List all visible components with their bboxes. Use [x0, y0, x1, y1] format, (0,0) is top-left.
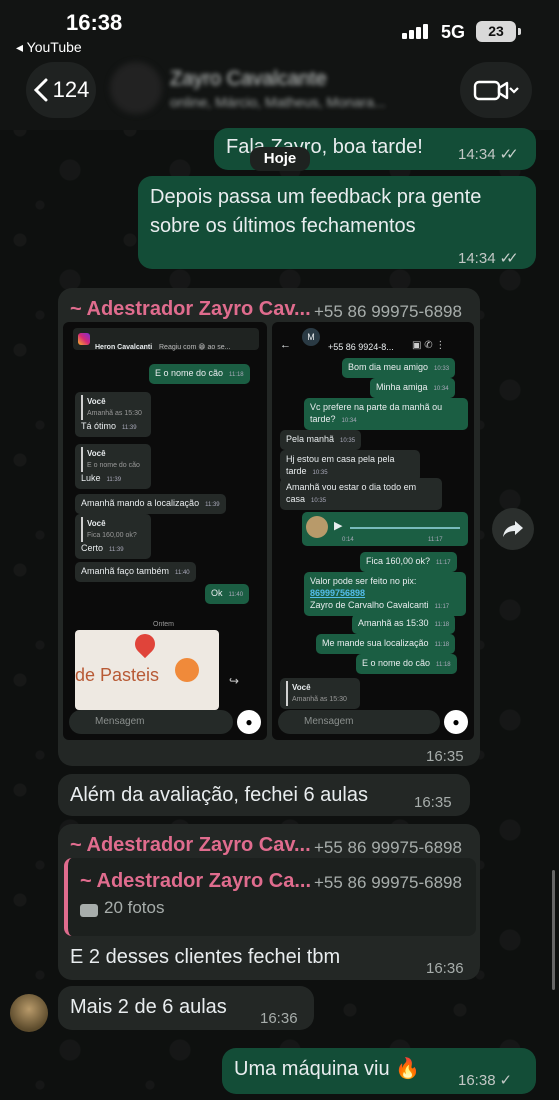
mini-message: Pela manhã 10:35 — [280, 430, 362, 450]
message-text-line: sobre os últimos fechamentos — [150, 215, 416, 237]
mini-avatar: M — [302, 328, 320, 346]
forward-icon — [503, 521, 523, 537]
mini-header: ← M +55 86 9924-8... ▣ ✆ ⋮ — [272, 326, 474, 352]
composer-input: Mensagem — [278, 710, 440, 734]
quoted-message[interactable]: ~ Adestrador Zayro Ca... +55 86 99975-68… — [64, 858, 476, 936]
waveform — [350, 527, 460, 529]
notification-banner: Heron Cavalcanti Reagiu com 😁 ao se... — [73, 328, 259, 351]
message-time: 16:35 — [426, 748, 464, 765]
chat-title[interactable]: Zayro Cavalcante — [170, 68, 327, 91]
mini-message: Amanhã as 15:30 11:18 — [352, 614, 456, 634]
read-ticks-icon: ✓✓ — [499, 250, 519, 267]
mini-message: Fica 160,00 ok? 11:17 — [360, 552, 457, 572]
message-meta: 16:38 ✓ — [458, 1066, 512, 1096]
sender-avatar[interactable] — [10, 994, 48, 1032]
map-label: de Pasteis — [75, 665, 160, 685]
share-icon: ↪ — [229, 674, 240, 688]
sent-tick-icon: ✓ — [499, 1072, 513, 1089]
message-incoming-image[interactable]: ~ Adestrador Zayro Cav... +55 86 99975-6… — [58, 288, 480, 766]
quoted-text: 20 fotos — [104, 898, 165, 917]
mini-message: Você Fica 160,00 ok? Certo 11:39 — [75, 514, 151, 559]
mini-message: Valor pode ser feito no pix: 86999756898… — [304, 572, 466, 616]
mini-message: Você Amanhã as 15:30 Tá ótimo 11:39 — [75, 392, 151, 437]
mic-icon: ● — [237, 710, 261, 734]
message-outgoing[interactable]: Uma máquina viu 🔥 16:38 ✓ — [222, 1048, 536, 1094]
mini-message: Vc prefere na parte da manhã ou tarde? 10… — [304, 398, 468, 430]
camera-icon — [80, 904, 98, 917]
composer-input: Mensagem — [69, 710, 233, 734]
chat-header: 124 Zayro Cavalcante online, Márcio, Mat… — [0, 58, 559, 130]
day-separator: Hoje — [250, 147, 310, 171]
voice-message: ▶ 0:14 11:17 — [302, 512, 468, 546]
back-arrow-icon: ← — [280, 339, 291, 351]
mini-message: Me mande sua localização 11:18 — [316, 634, 456, 654]
clock: 16:38 — [66, 10, 123, 35]
signal-icon — [402, 24, 428, 39]
message-time: 14:34 — [458, 146, 496, 163]
sender-name[interactable]: ~ Adestrador Zayro Cav... — [70, 294, 311, 324]
voice-avatar — [306, 516, 328, 538]
mini-message: E o nome do cão 11:18 — [356, 654, 457, 674]
call-icons: ▣ ✆ ⋮ — [412, 340, 446, 351]
unread-count: 124 — [52, 77, 90, 102]
message-time: 16:35 — [414, 794, 452, 811]
message-time: 16:36 — [426, 960, 464, 977]
message-text-line: Depois passa um feedback pra gente — [150, 186, 482, 208]
mini-message: Ok 11:40 — [205, 584, 250, 604]
chevron-left-icon — [33, 78, 48, 102]
message-text: Além da avaliação, fechei 6 aulas — [70, 784, 368, 806]
read-ticks-icon: ✓✓ — [499, 146, 519, 163]
back-app-label: YouTube — [26, 39, 82, 55]
mic-icon: ● — [444, 710, 468, 734]
message-incoming[interactable]: Mais 2 de 6 aulas 16:36 — [58, 986, 314, 1030]
mini-message: Amanhã vou estar o dia todo em casa 10:35 — [280, 478, 442, 510]
map-pin-icon — [130, 630, 160, 659]
mini-message: Amanhã mando a localização 11:39 — [75, 494, 226, 514]
mini-message: Minha amiga 10:34 — [370, 378, 455, 398]
message-incoming[interactable]: Além da avaliação, fechei 6 aulas 16:35 — [58, 774, 470, 816]
message-time: 14:34 — [458, 250, 496, 267]
message-body-text: E 2 desses clientes fechei tbm — [70, 946, 341, 968]
message-text: Mais 2 de 6 aulas — [70, 996, 227, 1018]
instagram-icon — [78, 333, 90, 345]
play-icon: ▶ — [334, 520, 343, 532]
back-to-app-link[interactable]: ◂ YouTube — [16, 39, 82, 56]
mini-message: E o nome do cão 11:18 — [149, 364, 250, 384]
video-camera-icon — [473, 80, 519, 101]
notification-name: Heron Cavalcanti — [95, 344, 153, 351]
quoted-sender: ~ Adestrador Zayro Ca... — [80, 870, 311, 892]
notification-text: Reagiu com 😁 ao se... — [159, 344, 231, 351]
scrollbar[interactable] — [552, 870, 555, 990]
mini-message: Você E o nome do cão Luke 11:39 — [75, 444, 151, 489]
message-meta: 14:34 ✓✓ — [458, 244, 519, 274]
chat-subtitle: online, Márcio, Matheus, Monara... — [170, 94, 386, 110]
map-thumbnail: de Pasteis — [75, 630, 219, 710]
back-button[interactable]: 124 — [26, 62, 96, 118]
message-time: 16:38 — [458, 1072, 496, 1089]
restaurant-icon — [175, 658, 199, 682]
forward-button[interactable] — [492, 508, 534, 550]
mini-message: Você Amanhã as 15:30 — [280, 678, 360, 709]
message-time: 16:36 — [260, 1010, 298, 1027]
video-call-button[interactable] — [460, 62, 532, 118]
message-meta: 14:34 ✓✓ — [458, 140, 519, 170]
screenshot-right[interactable]: ← M +55 86 9924-8... ▣ ✆ ⋮ Bom dia meu a… — [272, 322, 474, 740]
message-outgoing[interactable]: Depois passa um feedback pra gente sobre… — [138, 176, 536, 269]
battery-icon: 23 — [476, 21, 521, 42]
network-type: 5G — [441, 22, 466, 42]
screenshot-left[interactable]: Heron Cavalcanti Reagiu com 😁 ao se... E… — [63, 322, 267, 740]
message-text: Uma máquina viu 🔥 — [234, 1058, 421, 1080]
sender-name[interactable]: ~ Adestrador Zayro Cav... — [70, 830, 311, 860]
mini-message: Bom dia meu amigo 10:33 — [342, 358, 456, 378]
quoted-phone: +55 86 99975-6898 — [314, 873, 462, 892]
status-bar: 16:38 ◂ YouTube 5G 23 — [0, 0, 559, 58]
group-avatar[interactable] — [110, 62, 162, 114]
mini-message: Amanhã faço também 11:40 — [75, 562, 196, 582]
